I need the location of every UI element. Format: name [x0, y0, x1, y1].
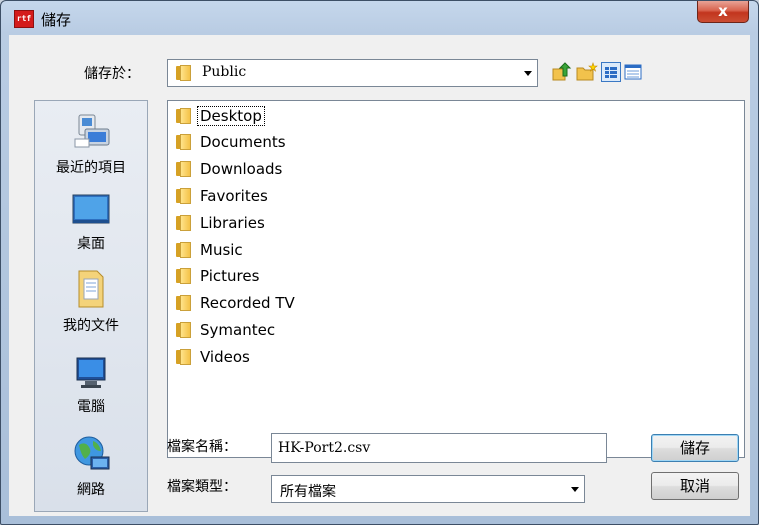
folder-icon [176, 108, 191, 124]
place-label: 網路 [77, 482, 105, 498]
list-item[interactable]: Recorded TV [176, 292, 297, 314]
place-documents[interactable]: 我的文件 [35, 269, 147, 335]
chevron-down-icon[interactable] [519, 60, 537, 86]
save-button[interactable]: 儲存 [651, 434, 739, 462]
list-item[interactable]: Symantec [176, 319, 277, 341]
dialog-title: 儲存 [41, 11, 72, 29]
file-name: Libraries [200, 214, 265, 232]
my-documents-icon [71, 269, 111, 309]
folder-icon [176, 65, 191, 81]
place-computer[interactable]: 電腦 [35, 356, 147, 416]
list-item[interactable]: Pictures [176, 265, 261, 287]
cancel-button[interactable]: 取消 [651, 472, 739, 500]
place-desktop[interactable]: 桌面 [35, 193, 147, 253]
title-bar[interactable]: rtf 儲存 x [1, 1, 758, 35]
file-name: Documents [200, 133, 286, 151]
file-name: Favorites [200, 187, 268, 205]
view-list-icon[interactable] [601, 62, 621, 82]
places-bar: 最近的項目 桌面 我的文件 電腦 網路 [34, 100, 148, 512]
file-name: Symantec [200, 321, 276, 339]
filetype-label: 檔案類型： [167, 479, 237, 495]
file-name: Videos [200, 348, 250, 366]
list-item[interactable]: Libraries [176, 212, 267, 234]
folder-icon [176, 295, 191, 311]
save-in-label: 儲存於： [84, 66, 140, 82]
desktop-icon [71, 193, 111, 227]
folder-icon [176, 161, 191, 177]
save-dialog-window: rtf 儲存 x 儲存於： Public 最近的項目 桌面 我的文件 電腦 網路… [0, 0, 759, 525]
dialog-client-area: 儲存於： Public 最近的項目 桌面 我的文件 電腦 網路 Desktop … [9, 35, 750, 516]
new-folder-icon[interactable] [576, 62, 598, 82]
list-item[interactable]: Music [176, 239, 245, 261]
folder-icon [176, 134, 191, 150]
place-label: 電腦 [77, 399, 105, 415]
file-name: Downloads [200, 160, 283, 178]
place-label: 我的文件 [63, 318, 119, 334]
file-name: Desktop [197, 106, 265, 126]
file-name: Pictures [200, 267, 260, 285]
chevron-down-icon[interactable] [566, 476, 584, 502]
filename-label: 檔案名稱： [167, 439, 237, 455]
filename-input[interactable]: HK-Port2.csv [271, 433, 607, 463]
file-name: Recorded TV [200, 294, 295, 312]
recent-items-icon [71, 111, 111, 151]
place-label: 最近的項目 [56, 160, 126, 176]
file-list[interactable]: Desktop Documents Downloads Favorites Li… [167, 100, 745, 458]
filetype-value: 所有檔案 [280, 484, 336, 500]
folder-icon [176, 215, 191, 231]
folder-icon [176, 322, 191, 338]
up-folder-icon[interactable] [552, 62, 572, 82]
place-recent[interactable]: 最近的項目 [35, 111, 147, 177]
folder-icon [176, 349, 191, 365]
folder-icon [176, 188, 191, 204]
place-label: 桌面 [77, 236, 105, 252]
close-button[interactable]: x [697, 1, 749, 23]
save-in-dropdown[interactable]: Public [167, 59, 538, 87]
list-item[interactable]: Downloads [176, 158, 284, 180]
list-item[interactable]: Desktop [176, 105, 265, 127]
app-icon: rtf [14, 10, 34, 28]
list-item[interactable]: Videos [176, 346, 252, 368]
view-details-icon[interactable] [623, 62, 643, 82]
network-icon [71, 435, 111, 473]
file-name: Music [200, 241, 243, 259]
computer-icon [71, 356, 111, 390]
folder-icon [176, 242, 191, 258]
folder-icon [176, 268, 191, 284]
list-item[interactable]: Favorites [176, 185, 270, 207]
place-network[interactable]: 網路 [35, 435, 147, 499]
filetype-dropdown[interactable]: 所有檔案 [271, 475, 585, 503]
list-item[interactable]: Documents [176, 131, 288, 153]
save-in-value: Public [202, 64, 247, 80]
